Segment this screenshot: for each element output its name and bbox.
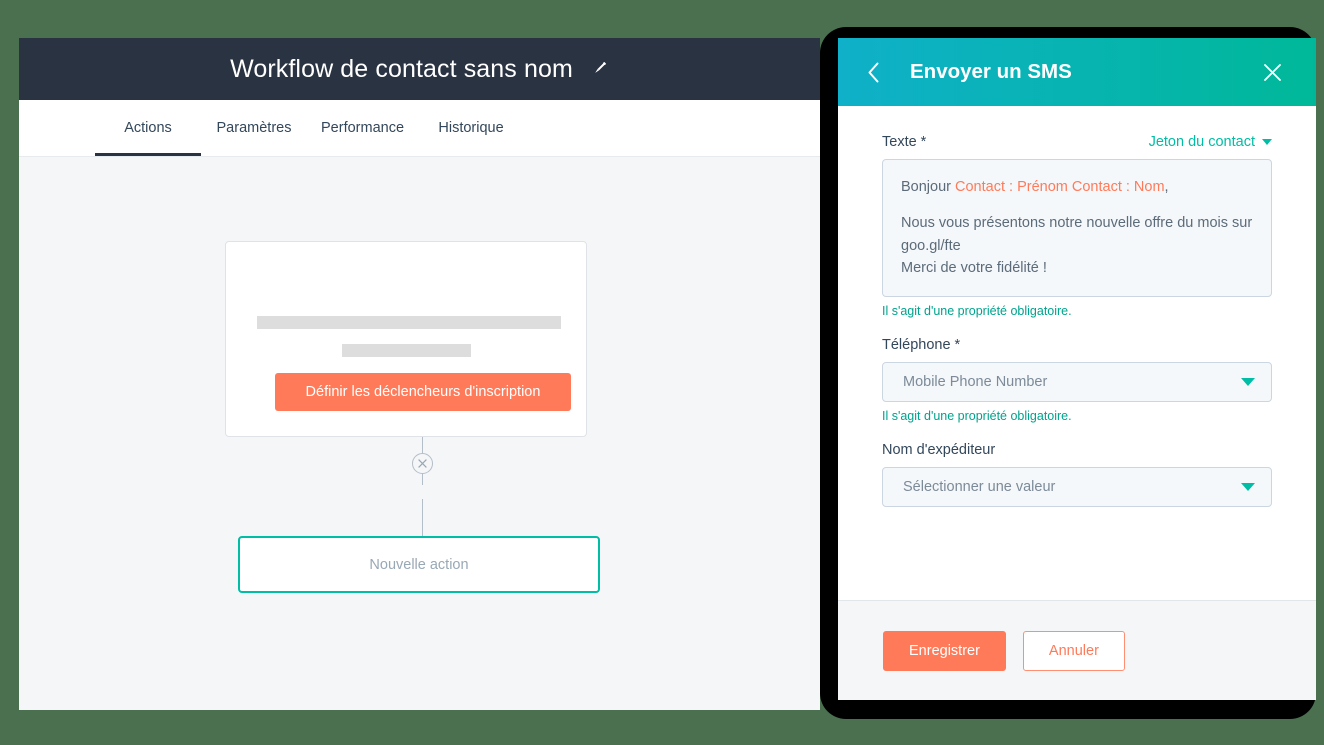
sender-field-group: Nom d'expéditeur Sélectionner une valeur	[882, 442, 1272, 507]
sms-panel: Envoyer un SMS Texte * Jeton du contact …	[838, 38, 1316, 700]
new-action-label: Nouvelle action	[369, 556, 469, 573]
page-title: Workflow de contact sans nom	[230, 54, 573, 83]
phone-select[interactable]: Mobile Phone Number	[882, 361, 1272, 402]
tab-performance[interactable]: Performance	[307, 100, 418, 156]
pencil-icon[interactable]	[589, 59, 609, 79]
greeting-text: Bonjour	[901, 179, 956, 195]
phone-field-help: Il s'agit d'une propriété obligatoire.	[882, 408, 1072, 423]
close-circle-icon[interactable]	[412, 453, 433, 474]
chevron-left-icon[interactable]	[860, 59, 886, 85]
tab-actions[interactable]: Actions	[95, 100, 201, 156]
close-icon[interactable]	[1260, 60, 1284, 84]
text-field-group: Texte * Jeton du contact Bonjour Contact…	[882, 134, 1272, 318]
tab-label: Actions	[124, 120, 172, 136]
text-field-label: Texte *	[882, 134, 927, 150]
chevron-down-icon	[1241, 482, 1255, 491]
text-field-help: Il s'agit d'une propriété obligatoire.	[882, 303, 1072, 318]
panel-header: Envoyer un SMS	[838, 38, 1316, 106]
text-field-label-row: Texte * Jeton du contact	[882, 134, 1272, 150]
workflow-window: Workflow de contact sans nom Actions Par…	[19, 38, 820, 710]
connector-line	[422, 499, 423, 537]
panel-footer: Enregistrer Annuler	[838, 600, 1316, 700]
placeholder-bar	[342, 344, 471, 357]
sms-text-line-3: Merci de votre fidélité !	[901, 260, 1047, 277]
sender-select[interactable]: Sélectionner une valeur	[882, 466, 1272, 507]
contact-token-dropdown[interactable]: Jeton du contact	[1149, 134, 1272, 150]
sender-select-value: Sélectionner une valeur	[903, 478, 1056, 495]
tab-bar: Actions Paramètres Performance Historiqu…	[19, 100, 820, 157]
sms-text-line-2: Nous vous présentons notre nouvelle offr…	[901, 215, 1253, 254]
workflow-canvas: Définir les déclencheurs d'inscription N…	[19, 157, 820, 710]
panel-body: Texte * Jeton du contact Bonjour Contact…	[838, 106, 1316, 600]
window-header: Workflow de contact sans nom	[19, 38, 820, 100]
panel-title: Envoyer un SMS	[910, 60, 1072, 83]
chevron-down-icon	[1241, 377, 1255, 386]
phone-field-label: Téléphone *	[882, 336, 961, 353]
set-enrollment-triggers-button[interactable]: Définir les déclencheurs d'inscription	[275, 373, 571, 411]
phone-field-label-row: Téléphone *	[882, 337, 1272, 353]
save-button[interactable]: Enregistrer	[883, 630, 1006, 671]
chevron-down-icon	[1262, 139, 1272, 145]
tab-label: Historique	[438, 120, 504, 136]
comma-text: ,	[1164, 179, 1169, 195]
sms-text-line-1: Bonjour Contact : Prénom Contact : Nom,	[901, 176, 1253, 198]
sender-field-label-row: Nom d'expéditeur	[882, 442, 1272, 458]
placeholder-bar	[257, 316, 561, 329]
phone-select-value: Mobile Phone Number	[903, 373, 1048, 390]
contact-token-chip: Contact : Prénom Contact : Nom	[955, 179, 1165, 195]
tab-label: Performance	[321, 120, 405, 136]
trigger-card: Définir les déclencheurs d'inscription	[225, 241, 587, 437]
tab-parametres[interactable]: Paramètres	[201, 100, 307, 156]
cancel-button[interactable]: Annuler	[1022, 630, 1125, 671]
tab-label: Paramètres	[216, 120, 292, 136]
sender-field-label: Nom d'expéditeur	[882, 441, 996, 458]
phone-field-group: Téléphone * Mobile Phone Number Il s'agi…	[882, 337, 1272, 423]
tab-historique[interactable]: Historique	[418, 100, 524, 156]
sms-text-input[interactable]: Bonjour Contact : Prénom Contact : Nom, …	[882, 159, 1272, 297]
contact-token-label: Jeton du contact	[1148, 134, 1255, 150]
new-action-box[interactable]: Nouvelle action	[238, 536, 600, 593]
